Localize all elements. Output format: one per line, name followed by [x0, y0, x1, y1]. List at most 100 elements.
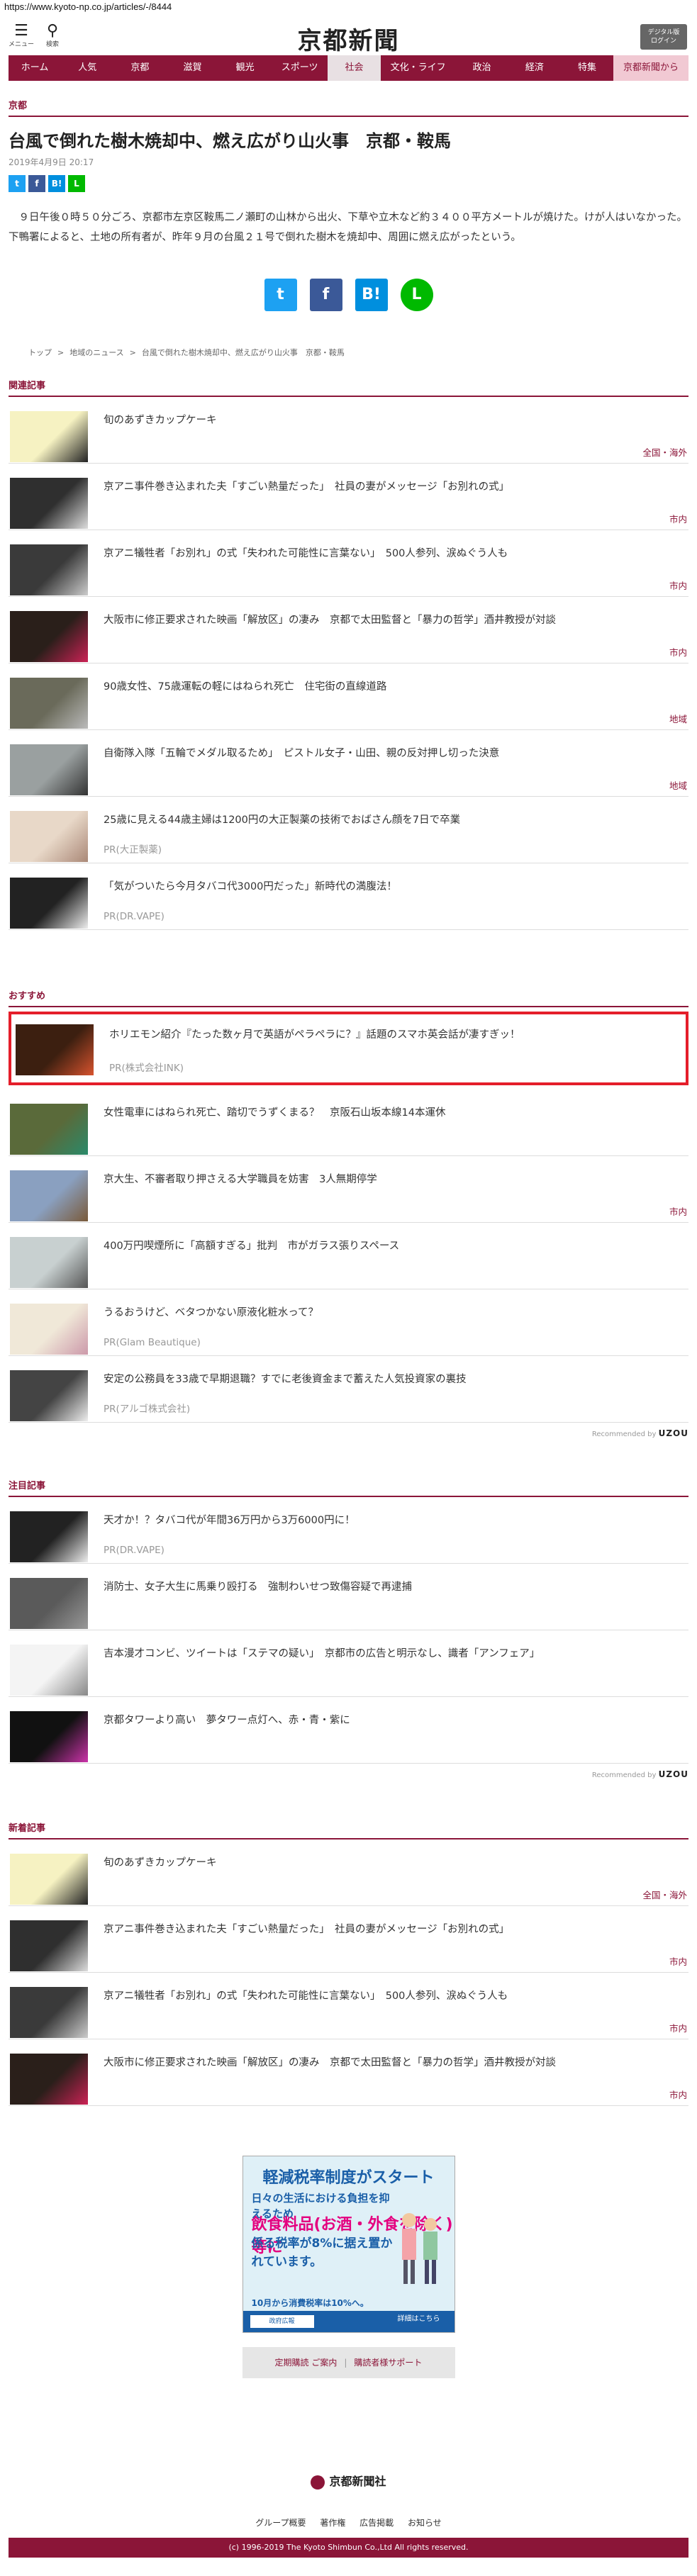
- list-item[interactable]: 京アニ犠牲者「お別れ」の式「失われた可能性に言葉ない」 500人参列、涙ぬぐう人…: [9, 530, 688, 597]
- article-link-title[interactable]: 大阪市に修正要求された映画「解放区」の凄み 京都で太田監督と「暴力の哲学」酒井教…: [104, 2055, 680, 2071]
- search-button[interactable]: ⚲ 検索: [40, 23, 65, 48]
- site-logo[interactable]: 京都新聞: [298, 21, 400, 56]
- article-link-title[interactable]: 京アニ事件巻き込まれた夫「すごい熱量だった」 社員の妻がメッセージ「お別れの式」: [104, 1922, 680, 1937]
- article-link-title[interactable]: 京都タワーより高い 夢タワー点灯へ、赤・青・紫に: [104, 1713, 680, 1728]
- list-item[interactable]: 400万円喫煙所に「高額すぎる」批判 市がガラス張りスペース: [9, 1223, 688, 1289]
- list-item[interactable]: 京都タワーより高い 夢タワー点灯へ、赤・青・紫に: [9, 1697, 688, 1764]
- article-thumbnail[interactable]: [10, 2054, 88, 2105]
- list-item[interactable]: 京アニ事件巻き込まれた夫「すごい熱量だった」 社員の妻がメッセージ「お別れの式」…: [9, 464, 688, 530]
- article-link-title[interactable]: 京アニ犠牲者「お別れ」の式「失われた可能性に言葉ない」 500人参列、涙ぬぐう人…: [104, 1988, 680, 2004]
- list-item[interactable]: 25歳に見える44歳主婦は1200円の大正製薬の技術でおばさん顔を7日で卒業 PR…: [9, 797, 688, 863]
- twitter-share-icon[interactable]: t: [264, 279, 297, 311]
- footer-link-advertise[interactable]: 広告掲載: [359, 2518, 394, 2528]
- article-thumbnail[interactable]: [10, 544, 88, 595]
- article-link-title[interactable]: 女性電車にはねられ死亡、踏切でうずくまる？ 京阪石山坂本線14本運休: [104, 1105, 680, 1121]
- article-link-title[interactable]: 吉本漫才コンビ、ツイートは「ステマの疑い」 京都市の広告と明示なし、識者「アンフ…: [104, 1646, 680, 1662]
- breadcrumb-regional[interactable]: 地域のニュース: [69, 348, 123, 357]
- nav-home[interactable]: ホーム: [9, 55, 61, 81]
- article-link-title[interactable]: 京アニ事件巻き込まれた夫「すごい熱量だった」 社員の妻がメッセージ「お別れの式」: [104, 479, 680, 495]
- footer-link-group[interactable]: グループ概要: [255, 2518, 306, 2528]
- article-link-title[interactable]: 400万円喫煙所に「高額すぎる」批判 市がガラス張りスペース: [104, 1238, 680, 1254]
- article-link-title[interactable]: 安定の公務員を33歳で早期退職？すでに老後資金まで蓄えた人気投資家の裏技: [104, 1372, 680, 1387]
- article-thumbnail[interactable]: [10, 1104, 88, 1155]
- list-item[interactable]: 大阪市に修正要求された映画「解放区」の凄み 京都で太田監督と「暴力の哲学」酒井教…: [9, 597, 688, 663]
- list-item[interactable]: 旬のあずきカップケーキ 全国・海外: [9, 397, 688, 464]
- nav-culture[interactable]: 文化・ライフ: [381, 55, 456, 81]
- menu-button[interactable]: ☰ メニュー: [9, 23, 34, 48]
- nav-politics[interactable]: 政治: [456, 55, 508, 81]
- ad-banner[interactable]: 軽減税率制度がスタート 日々の生活における負担を抑えるため 飲食料品(お酒・外食…: [242, 2156, 455, 2333]
- recommended-by[interactable]: Recommended by UZOU: [9, 1428, 688, 1438]
- category-tag[interactable]: 市内: [669, 1204, 687, 1218]
- article-link-title[interactable]: 「気がついたら今月タバコ代3000円だった」新時代の満腹法！: [104, 879, 680, 895]
- category-tag[interactable]: 市内: [669, 512, 687, 525]
- list-item[interactable]: 京アニ事件巻き込まれた夫「すごい熱量だった」 社員の妻がメッセージ「お別れの式」…: [9, 1906, 688, 1973]
- footer-link-copyright[interactable]: 著作権: [320, 2518, 345, 2528]
- ad-more-button[interactable]: 詳細はこちら: [390, 2312, 447, 2326]
- twitter-icon[interactable]: t: [9, 175, 26, 192]
- article-link-title[interactable]: 25歳に見える44歳主婦は1200円の大正製薬の技術でおばさん顔を7日で卒業: [104, 812, 680, 828]
- list-item[interactable]: 天才か！？タバコ代が年間36万円から3万6000円に！ PR(DR.VAPE): [9, 1497, 688, 1564]
- line-icon[interactable]: L: [68, 175, 85, 192]
- nav-popular[interactable]: 人気: [61, 55, 113, 81]
- article-thumbnail[interactable]: [10, 478, 88, 529]
- article-thumbnail[interactable]: [10, 678, 88, 729]
- subscription-info-link[interactable]: 定期購読 ご案内: [275, 2358, 338, 2368]
- article-link-title[interactable]: 消防士、女子大生に馬乗り殴打る 強制わいせつ致傷容疑で再逮捕: [104, 1579, 680, 1595]
- category-tag[interactable]: 市内: [669, 578, 687, 592]
- list-item[interactable]: うるおうけど、ベタつかない原液化粧水って？ PR(Glam Beautique): [9, 1289, 688, 1356]
- list-item[interactable]: 吉本漫才コンビ、ツイートは「ステマの疑い」 京都市の広告と明示なし、識者「アンフ…: [9, 1630, 688, 1697]
- article-link-title[interactable]: 90歳女性、75歳運転の軽にはねられ死亡 住宅街の直線道路: [104, 679, 680, 695]
- digital-login-button[interactable]: デジタル版 ログイン: [640, 24, 687, 50]
- category-tag[interactable]: 市内: [669, 2021, 687, 2034]
- article-thumbnail[interactable]: [10, 611, 88, 662]
- nav-sports[interactable]: スポーツ: [272, 55, 328, 81]
- article-thumbnail[interactable]: [10, 1711, 88, 1762]
- article-thumbnail[interactable]: [10, 1304, 88, 1355]
- nav-shiga[interactable]: 滋賀: [166, 55, 218, 81]
- nav-from-kyoto-np[interactable]: 京都新聞から: [613, 55, 689, 81]
- nav-kyoto[interactable]: 京都: [113, 55, 166, 81]
- list-item[interactable]: 「気がついたら今月タバコ代3000円だった」新時代の満腹法！ PR(DR.VAPE…: [9, 863, 688, 930]
- article-thumbnail[interactable]: [10, 811, 88, 862]
- article-link-title[interactable]: 自衛隊入隊「五輪でメダル取るため」 ピストル女子・山田、親の反対押し切った決意: [104, 746, 680, 761]
- url-bar[interactable]: https://www.kyoto-np.co.jp/articles/-/84…: [0, 0, 697, 16]
- list-item[interactable]: 旬のあずきカップケーキ全国・海外: [9, 1839, 688, 1906]
- article-thumbnail[interactable]: [10, 1920, 88, 1971]
- hatena-share-icon[interactable]: B!: [355, 279, 388, 311]
- list-item[interactable]: 消防士、女子大生に馬乗り殴打る 強制わいせつ致傷容疑で再逮捕: [9, 1564, 688, 1630]
- category-tag[interactable]: 市内: [669, 2088, 687, 2101]
- category-tag[interactable]: 全国・海外: [642, 445, 687, 459]
- category-tag[interactable]: 全国・海外: [642, 1888, 687, 1901]
- article-link-title[interactable]: 大阪市に修正要求された映画「解放区」の凄み 京都で太田監督と「暴力の哲学」酒井教…: [104, 612, 680, 628]
- nav-special[interactable]: 特集: [561, 55, 613, 81]
- list-item[interactable]: 京大生、不審者取り押さえる大学職員を妨害 3人無期停学市内: [9, 1156, 688, 1223]
- list-item[interactable]: ホリエモン紹介『たった数ヶ月で英語がペラペラに？』話題のスマホ英会話が凄すぎッ！…: [9, 1012, 688, 1085]
- line-share-icon[interactable]: L: [400, 279, 433, 311]
- list-item[interactable]: 安定の公務員を33歳で早期退職？すでに老後資金まで蓄えた人気投資家の裏技 PR(ア…: [9, 1356, 688, 1423]
- article-link-title[interactable]: 京大生、不審者取り押さえる大学職員を妨害 3人無期停学: [104, 1172, 680, 1187]
- article-thumbnail[interactable]: [10, 1987, 88, 2038]
- article-thumbnail[interactable]: [10, 878, 88, 929]
- article-thumbnail[interactable]: [10, 744, 88, 795]
- subscriber-support-link[interactable]: 購読者様サポート: [354, 2358, 422, 2368]
- article-thumbnail[interactable]: [10, 1854, 88, 1905]
- article-link-title[interactable]: 天才か！？タバコ代が年間36万円から3万6000円に！: [104, 1513, 680, 1528]
- article-link-title[interactable]: 京アニ犠牲者「お別れ」の式「失われた可能性に言葉ない」 500人参列、涙ぬぐう人…: [104, 546, 680, 561]
- list-item[interactable]: 京アニ犠牲者「お別れ」の式「失われた可能性に言葉ない」 500人参列、涙ぬぐう人…: [9, 1973, 688, 2039]
- footer-logo[interactable]: 京都新聞社: [0, 2472, 697, 2490]
- recommended-by-featured[interactable]: Recommended by UZOU: [9, 1769, 688, 1779]
- article-thumbnail[interactable]: [10, 1511, 88, 1562]
- category-tag[interactable]: 地域: [669, 712, 687, 725]
- article-thumbnail[interactable]: [16, 1024, 94, 1075]
- list-item[interactable]: 女性電車にはねられ死亡、踏切でうずくまる？ 京阪石山坂本線14本運休: [9, 1090, 688, 1156]
- list-item[interactable]: 90歳女性、75歳運転の軽にはねられ死亡 住宅街の直線道路地域: [9, 663, 688, 730]
- category-tag[interactable]: 地域: [669, 778, 687, 792]
- article-thumbnail[interactable]: [10, 1170, 88, 1221]
- article-link-title[interactable]: うるおうけど、ベタつかない原液化粧水って？: [104, 1305, 680, 1321]
- article-link-title[interactable]: 旬のあずきカップケーキ: [104, 1855, 680, 1871]
- category-tag[interactable]: 市内: [669, 1954, 687, 1968]
- nav-society[interactable]: 社会: [328, 55, 381, 81]
- footer-link-news[interactable]: お知らせ: [408, 2518, 442, 2528]
- nav-tourism[interactable]: 観光: [219, 55, 272, 81]
